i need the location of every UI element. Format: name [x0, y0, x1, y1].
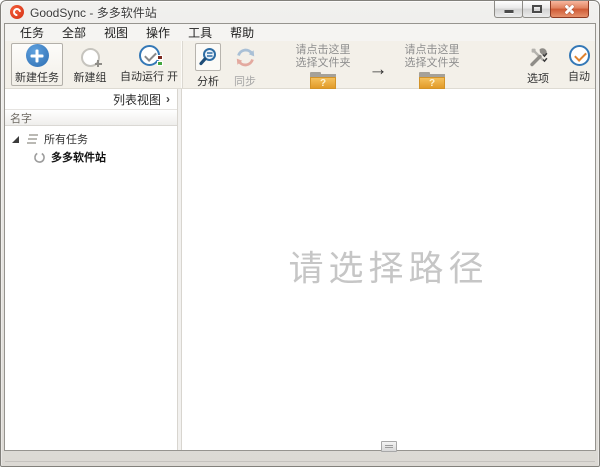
left-picker-line1: 请点击这里 — [296, 44, 351, 57]
right-folder-picker[interactable]: 请点击这里 选择文件夹 ? — [399, 44, 465, 89]
bottom-pane-grip[interactable] — [381, 441, 397, 452]
menu-help[interactable]: 帮助 — [221, 24, 263, 41]
maximize-button[interactable] — [522, 1, 551, 18]
menu-all[interactable]: 全部 — [53, 24, 95, 41]
new-group-button[interactable]: 新建组 — [67, 46, 113, 85]
sync-direction-arrow-icon: → — [363, 59, 393, 81]
tree-item-job[interactable]: 多多软件站 — [5, 148, 177, 166]
name-column-header[interactable]: 名字 — [5, 109, 177, 126]
app-frame: 任务 全部 视图 操作 工具 帮助 新建任务 新建组 自动运行 开 — [4, 23, 596, 451]
sync-label: 同步 — [234, 73, 256, 89]
select-path-watermark: 请选择路径 — [182, 240, 595, 291]
tools-icon — [527, 45, 550, 68]
chevron-right-icon: › — [166, 92, 170, 106]
list-view-toggle[interactable]: 列表视图 › — [5, 89, 177, 109]
toolbar: 新建任务 新建组 自动运行 开 — [5, 41, 595, 89]
tree-item-all-tasks[interactable]: 所有任务 — [5, 130, 177, 148]
autorun-clock-icon — [139, 45, 160, 66]
plus-circle-icon — [26, 44, 49, 67]
right-picker-line2: 选择文件夹 — [405, 57, 460, 70]
menu-actions[interactable]: 操作 — [137, 24, 179, 41]
close-icon — [564, 4, 575, 15]
group-circle-icon — [81, 48, 100, 67]
options-label: 选项 — [527, 70, 549, 86]
auto-button[interactable]: 自动 — [561, 44, 597, 84]
all-tasks-label: 所有任务 — [44, 131, 88, 147]
menubar: 任务 全部 视图 操作 工具 帮助 — [5, 24, 595, 41]
autorun-button[interactable]: 自动运行 开 — [117, 45, 181, 84]
autorun-label: 自动运行 开 — [120, 68, 178, 84]
options-button[interactable]: 选项 — [519, 44, 557, 86]
list-view-label: 列表视图 — [113, 91, 161, 108]
toolbar-separator — [182, 41, 183, 88]
titlebar: GoodSync - 多多软件站 — [1, 1, 599, 23]
left-picker-line2: 选择文件夹 — [296, 57, 351, 70]
maximize-icon — [532, 5, 542, 13]
right-folder-question-icon: ? — [419, 72, 445, 89]
window-controls — [495, 1, 589, 18]
analyze-label: 分析 — [197, 73, 219, 89]
goodsync-logo-icon — [10, 5, 24, 19]
job-circle-icon — [33, 151, 46, 164]
sync-arrows-icon — [234, 46, 257, 69]
task-tree: 所有任务 多多软件站 — [5, 126, 177, 450]
window-title: GoodSync - 多多软件站 — [30, 4, 157, 21]
minimize-button[interactable] — [494, 1, 523, 18]
menu-tools[interactable]: 工具 — [179, 24, 221, 41]
minimize-icon — [504, 10, 513, 13]
goodsync-window: GoodSync - 多多软件站 任务 全部 视图 操作 工具 帮助 新建任务 … — [0, 0, 600, 467]
auto-clock-icon — [569, 45, 590, 66]
analyze-button[interactable]: 分析 — [193, 43, 223, 89]
new-task-label: 新建任务 — [15, 69, 59, 85]
job-label: 多多软件站 — [51, 149, 106, 165]
main-panel: 请选择路径 — [182, 89, 595, 450]
sync-button-disabled[interactable]: 同步 — [230, 43, 260, 89]
new-group-label: 新建组 — [74, 69, 107, 85]
autorun-status-icon — [157, 55, 164, 66]
menu-tasks[interactable]: 任务 — [11, 24, 53, 41]
menu-view[interactable]: 视图 — [95, 24, 137, 41]
right-picker-line1: 请点击这里 — [405, 44, 460, 57]
close-button[interactable] — [550, 1, 589, 18]
expand-triangle-icon[interactable] — [12, 136, 19, 143]
left-folder-picker[interactable]: 请点击这里 选择文件夹 ? — [290, 44, 356, 89]
window-body: 列表视图 › 名字 — [5, 89, 595, 450]
auto-label: 自动 — [568, 68, 590, 84]
left-folder-question-icon: ? — [310, 72, 336, 89]
new-task-button[interactable]: 新建任务 — [11, 43, 63, 86]
sidebar: 列表视图 › 名字 — [5, 89, 178, 450]
magnifier-icon — [198, 47, 218, 67]
small-plus-icon — [94, 59, 103, 68]
name-column-label: 名字 — [10, 110, 32, 126]
analyze-icon-frame — [195, 43, 221, 71]
all-tasks-icon — [24, 133, 39, 145]
